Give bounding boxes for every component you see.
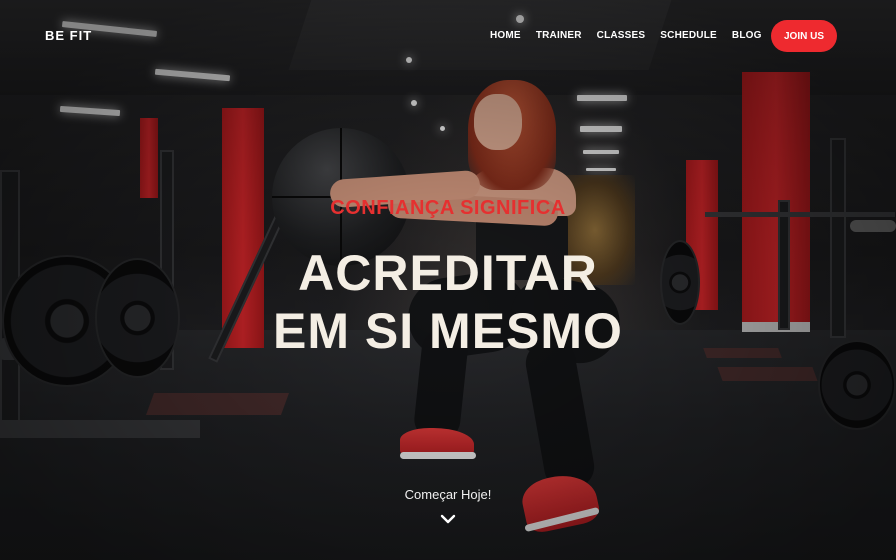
nav-link-schedule[interactable]: SCHEDULE: [660, 30, 717, 41]
hero-headline: ACREDITAR EM SI MESMO: [0, 244, 896, 360]
nav-link-home[interactable]: HOME: [490, 30, 521, 41]
nav-link-classes[interactable]: CLASSES: [597, 30, 646, 41]
get-started-link[interactable]: Começar Hoje!: [0, 487, 896, 502]
chevron-down-icon[interactable]: [440, 512, 456, 526]
hero-subtitle: CONFIANÇA SIGNIFICA: [330, 197, 566, 219]
nav-menu: HOME TRAINER CLASSES SCHEDULE BLOG: [490, 30, 762, 41]
nav-link-blog[interactable]: BLOG: [732, 30, 762, 41]
headline-line-2: EM SI MESMO: [273, 303, 623, 359]
headline-line-1: ACREDITAR: [298, 245, 598, 301]
nav-link-trainer[interactable]: TRAINER: [536, 30, 582, 41]
brand-logo[interactable]: BE FIT: [45, 28, 92, 43]
join-us-button[interactable]: JOIN US: [771, 20, 837, 52]
navbar: BE FIT HOME TRAINER CLASSES SCHEDULE BLO…: [0, 0, 896, 72]
hero-section: BE FIT HOME TRAINER CLASSES SCHEDULE BLO…: [0, 0, 896, 560]
